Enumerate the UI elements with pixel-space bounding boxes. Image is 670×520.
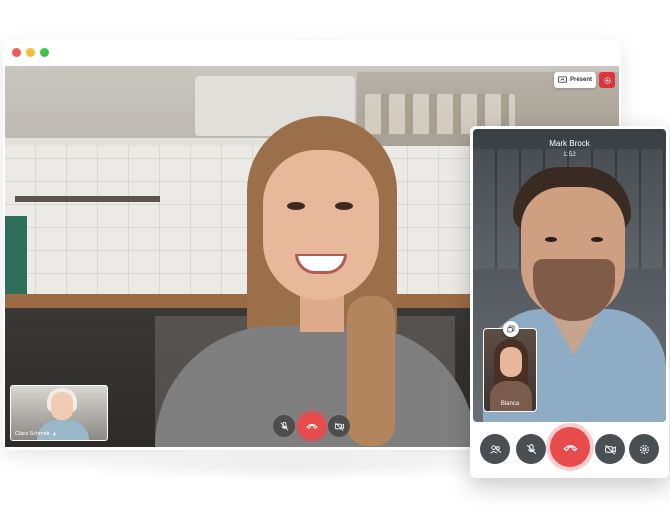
minimize-window-button[interactable] (26, 48, 35, 57)
present-label: Present (569, 77, 592, 83)
pip-video: Bianca (484, 329, 536, 411)
mic-icon (52, 431, 56, 436)
background-rail (15, 196, 160, 202)
mobile-camera-toggle-button[interactable] (595, 434, 625, 464)
switch-camera-icon (507, 325, 515, 333)
caller-name: Janine Jenson (296, 34, 342, 41)
settings-button[interactable] (599, 72, 615, 88)
mobile-caller-name: Mark Brock (549, 139, 590, 148)
mute-button[interactable] (273, 415, 295, 437)
maximize-window-button[interactable] (40, 48, 49, 57)
gear-icon (639, 444, 649, 454)
participant-ponytail (347, 296, 395, 446)
participants-button[interactable] (480, 434, 510, 464)
camera-toggle-button[interactable] (328, 415, 350, 437)
self-view-thumbnail[interactable]: Clara Schmidt (10, 385, 108, 441)
present-button[interactable]: Present (554, 72, 596, 88)
pip-face (500, 347, 522, 377)
mobile-self-view[interactable]: Bianca (483, 321, 537, 412)
participants-icon (489, 444, 501, 454)
participant-face (263, 150, 379, 300)
remote-participant-video (155, 116, 475, 447)
background-plants (5, 216, 27, 296)
mobile-call-card: Mark Brock 1:52 Bianca (470, 126, 669, 478)
close-window-button[interactable] (12, 48, 21, 57)
mobile-mute-button[interactable] (516, 434, 546, 464)
hang-up-button[interactable] (298, 412, 326, 440)
mobile-call-duration: 1:52 (563, 151, 576, 158)
participant-eye (335, 202, 353, 210)
pip-name: Bianca (500, 401, 520, 407)
screen-share-icon (558, 76, 567, 83)
call-duration: 1:52 (313, 43, 325, 49)
mic-off-icon (280, 421, 288, 430)
camera-off-icon (334, 422, 344, 431)
phone-hangup-icon (563, 444, 577, 451)
participant-eye (545, 237, 557, 242)
self-view-name-tag: Clara Schmidt (15, 431, 57, 437)
gear-icon (603, 76, 611, 84)
mobile-control-bar (470, 422, 669, 478)
phone-hangup-icon (306, 424, 318, 430)
participant-eye (591, 237, 603, 242)
participant-eye (287, 202, 305, 210)
mic-off-icon (526, 443, 536, 454)
mobile-hang-up-button[interactable] (550, 427, 590, 467)
mobile-settings-button[interactable] (629, 434, 659, 464)
self-view-face (51, 392, 73, 420)
switch-view-button[interactable] (503, 321, 519, 337)
self-view-name: Clara Schmidt (15, 431, 50, 437)
drop-shadow (60, 452, 520, 482)
camera-off-icon (604, 444, 616, 455)
